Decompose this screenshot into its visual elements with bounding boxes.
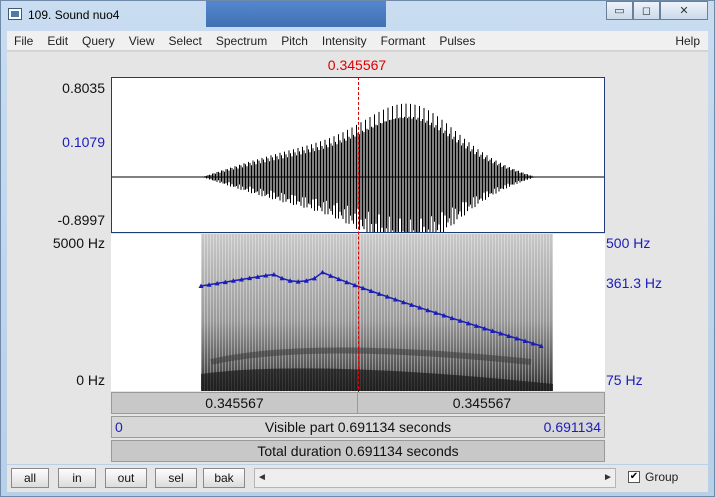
total-duration-text: Total duration 0.691134 seconds — [257, 443, 459, 459]
title-bar-highlight — [206, 1, 386, 27]
bottom-toolbar: all in out sel bak ◄ ► ✔ Group — [7, 465, 708, 492]
menu-pulses[interactable]: Pulses — [432, 34, 482, 48]
zoom-selection-button[interactable]: sel — [155, 468, 197, 488]
menu-query[interactable]: Query — [75, 34, 122, 48]
scroll-right-arrow-icon[interactable]: ► — [601, 469, 615, 487]
spectrogram-max-freq-label: 5000 Hz — [52, 235, 105, 251]
menu-edit[interactable]: Edit — [40, 34, 75, 48]
visible-end-time: 0.691134 — [543, 419, 601, 435]
selection-time-bar[interactable]: 0.345567 0.345567 — [111, 392, 605, 414]
menu-intensity[interactable]: Intensity — [315, 34, 374, 48]
zoom-out-button[interactable]: out — [105, 468, 147, 488]
waveform-cursor-value-label: 0.1079 — [62, 134, 105, 150]
spectrogram-min-freq-label: 0 Hz — [76, 372, 105, 388]
menu-view[interactable]: View — [122, 34, 162, 48]
time-bar-right[interactable]: 0.345567 — [359, 393, 605, 413]
praat-sound-window: 109. Sound nuo4 ▭ ◻ ✕ File Edit Query Vi… — [0, 0, 715, 497]
horizontal-scrollbar[interactable]: ◄ ► — [254, 468, 616, 488]
menu-bar: File Edit Query View Select Spectrum Pit… — [7, 31, 708, 51]
pitch-min-label: 75 Hz — [606, 372, 643, 388]
window-icon — [8, 8, 22, 20]
title-bar: 109. Sound nuo4 ▭ ◻ ✕ — [1, 1, 714, 29]
waveform-max-label: 0.8035 — [62, 80, 105, 96]
waveform-min-label: -0.8997 — [57, 212, 105, 228]
total-duration-bar[interactable]: Total duration 0.691134 seconds — [111, 440, 605, 462]
minimize-button[interactable]: ▭ — [606, 1, 633, 20]
time-cursor-line — [358, 77, 359, 394]
pitch-cursor-label: 361.3 Hz — [606, 275, 663, 291]
zoom-all-button[interactable]: all — [11, 468, 49, 488]
menu-formant[interactable]: Formant — [374, 34, 433, 48]
menu-pitch[interactable]: Pitch — [274, 34, 315, 48]
waveform-trace — [203, 103, 536, 232]
group-checkbox[interactable]: ✔ — [628, 471, 640, 483]
window-title: 109. Sound nuo4 — [28, 8, 120, 22]
spectrogram-striations — [201, 234, 553, 391]
time-bar-left[interactable]: 0.345567 — [112, 393, 358, 413]
menu-select[interactable]: Select — [162, 34, 209, 48]
maximize-button[interactable]: ◻ — [633, 1, 660, 20]
editor-area: 0.345567 0.8035 0.1079 -0.8997 5000 Hz 0… — [7, 52, 708, 464]
menu-spectrum[interactable]: Spectrum — [209, 34, 274, 48]
cursor-time-label: 0.345567 — [327, 57, 387, 73]
visible-part-bar[interactable]: 0 Visible part 0.691134 seconds 0.691134 — [111, 416, 605, 438]
zoom-back-button[interactable]: bak — [203, 468, 245, 488]
scroll-left-arrow-icon[interactable]: ◄ — [255, 469, 269, 487]
zoom-in-button[interactable]: in — [58, 468, 96, 488]
menu-file[interactable]: File — [7, 34, 40, 48]
menu-help[interactable]: Help — [668, 34, 708, 48]
visible-part-text: Visible part 0.691134 seconds — [264, 419, 452, 435]
close-button[interactable]: ✕ — [660, 1, 708, 20]
group-label: Group — [645, 470, 679, 484]
pitch-max-label: 500 Hz — [606, 235, 651, 251]
